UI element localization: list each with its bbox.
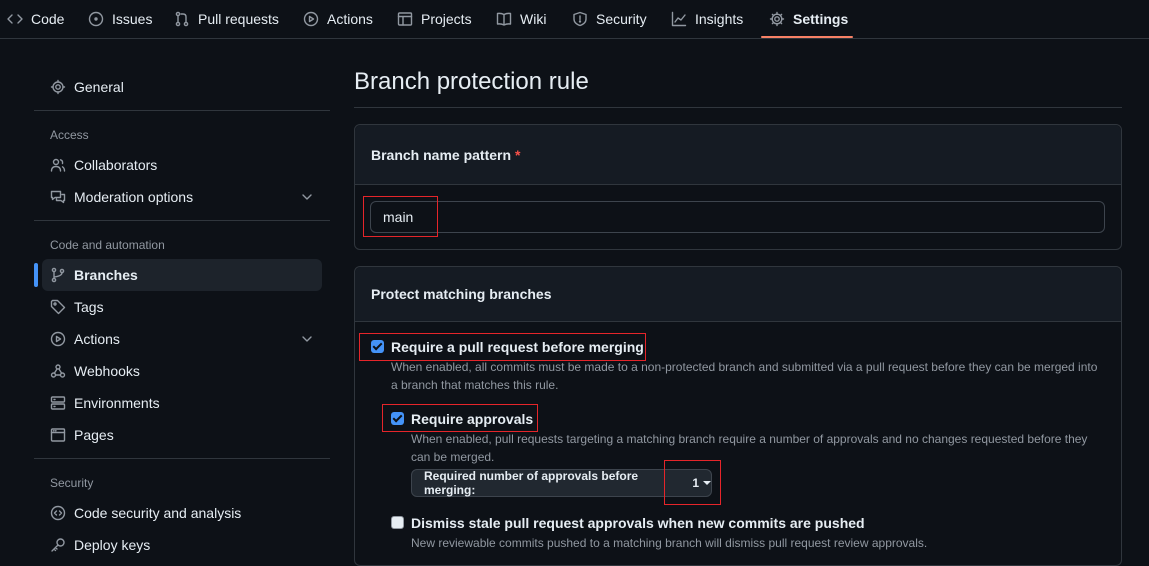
key-icon <box>51 538 65 552</box>
require-approvals-description-line1: When enabled, pull requests targeting a … <box>411 432 1088 446</box>
tab-issues[interactable]: Issues <box>88 0 152 38</box>
sidebar-item-label: Branches <box>74 267 138 283</box>
sidebar-item-label: Pages <box>74 427 114 443</box>
gear-icon <box>50 79 66 95</box>
table-icon <box>397 12 413 26</box>
sidebar-item-label: Collaborators <box>74 157 158 173</box>
book-icon <box>496 12 512 26</box>
approvals-dropdown-label: Required number of approvals before merg… <box>424 469 639 497</box>
sidebar-divider <box>34 458 330 459</box>
protect-branches-heading: Protect matching branches <box>371 286 552 302</box>
browser-icon <box>50 428 66 442</box>
require-approvals-description-line2: can be merged. <box>411 450 495 464</box>
sidebar-item-label: Deploy keys <box>74 537 151 553</box>
caret-down-icon <box>703 481 711 485</box>
sidebar-item-label: Webhooks <box>74 363 140 379</box>
tab-actions[interactable]: Actions <box>303 0 373 38</box>
play-icon <box>303 11 319 27</box>
codescan-icon <box>50 505 66 521</box>
sidebar-heading-code-automation: Code and automation <box>50 238 165 252</box>
tab-insights[interactable]: Insights <box>671 0 743 38</box>
tab-pull-requests-label: Pull requests <box>198 11 279 27</box>
required-marker: * <box>515 146 521 163</box>
approvals-dropdown-value: 1 <box>692 476 699 490</box>
sidebar-item-label: Environments <box>74 395 160 411</box>
chevron-down-icon[interactable] <box>300 190 314 204</box>
comment-discussion-icon <box>50 190 66 204</box>
sidebar-item-general[interactable]: General <box>42 71 322 103</box>
sidebar-item-label: Actions <box>74 331 120 347</box>
dismiss-stale-label[interactable]: Dismiss stale pull request approvals whe… <box>411 515 865 531</box>
sidebar-item-branches[interactable]: Branches <box>42 259 322 291</box>
tab-projects[interactable]: Projects <box>397 0 472 38</box>
sidebar-item-deploy-keys[interactable]: Deploy keys <box>42 529 322 561</box>
page-title: Branch protection rule <box>354 68 589 95</box>
tab-issues-label: Issues <box>112 11 153 27</box>
pull-request-icon <box>175 11 189 27</box>
branch-name-header: Branch name pattern * <box>355 125 1121 185</box>
sidebar-heading-access: Access <box>50 128 89 142</box>
sidebar-item-webhooks[interactable]: Webhooks <box>42 355 322 387</box>
require-pr-checkbox[interactable] <box>371 340 384 353</box>
repo-nav: Code Issues Pull requests Actions Projec… <box>0 0 1149 39</box>
tab-pull-requests[interactable]: Pull requests <box>174 0 279 38</box>
tab-wiki[interactable]: Wiki <box>496 0 546 38</box>
sidebar-item-label: Code security and analysis <box>74 505 242 521</box>
sidebar-item-actions[interactable]: Actions <box>42 323 322 355</box>
protect-branches-header: Protect matching branches <box>355 267 1121 322</box>
chevron-down-icon[interactable] <box>300 332 314 346</box>
tab-insights-label: Insights <box>695 11 744 27</box>
sidebar-item-tags[interactable]: Tags <box>42 291 322 323</box>
sidebar-divider <box>34 110 330 111</box>
sidebar-item-label: Moderation options <box>74 189 194 205</box>
sidebar-item-label: General <box>74 79 124 95</box>
gear-icon <box>769 11 785 27</box>
sidebar-item-collaborators[interactable]: Collaborators <box>42 149 322 181</box>
sidebar-item-label: Tags <box>74 299 104 315</box>
tab-wiki-label: Wiki <box>520 11 547 27</box>
require-approvals-label[interactable]: Require approvals <box>411 411 533 427</box>
tag-icon <box>50 299 66 315</box>
tab-actions-label: Actions <box>327 11 373 27</box>
require-approvals-checkbox[interactable] <box>391 412 404 425</box>
sidebar-item-code-security[interactable]: Code security and analysis <box>42 497 322 529</box>
graph-icon <box>671 11 687 27</box>
require-pr-description-line1: When enabled, all commits must be made t… <box>391 360 1098 374</box>
active-tab-indicator <box>761 36 853 38</box>
play-icon <box>50 331 66 347</box>
sidebar-item-environments[interactable]: Environments <box>42 387 322 419</box>
branch-name-label: Branch name pattern <box>371 146 512 163</box>
issue-icon <box>88 11 104 27</box>
branch-icon <box>51 267 65 283</box>
webhook-icon <box>50 364 66 378</box>
require-pr-label[interactable]: Require a pull request before merging <box>391 339 644 355</box>
title-divider <box>354 107 1122 108</box>
people-icon <box>50 158 66 172</box>
sidebar-heading-security: Security <box>50 476 94 490</box>
tab-code[interactable]: Code <box>7 0 64 38</box>
dismiss-stale-checkbox[interactable] <box>391 516 404 529</box>
tab-code-label: Code <box>31 11 65 27</box>
approvals-count-dropdown[interactable]: Required number of approvals before merg… <box>411 469 712 497</box>
tab-security-label: Security <box>596 11 647 27</box>
branch-name-pattern-input[interactable]: main <box>370 201 1105 233</box>
tab-settings[interactable]: Settings <box>769 0 848 38</box>
sidebar-item-pages[interactable]: Pages <box>42 419 322 451</box>
active-item-indicator <box>34 263 38 287</box>
require-pr-description-line2: a branch that matches this rule. <box>391 378 559 392</box>
server-icon <box>50 396 66 410</box>
sidebar-item-moderation[interactable]: Moderation options <box>42 181 322 213</box>
shield-icon <box>573 11 587 27</box>
sidebar-divider <box>34 220 330 221</box>
dismiss-stale-description: New reviewable commits pushed to a match… <box>411 536 928 550</box>
tab-settings-label: Settings <box>793 11 849 27</box>
tab-projects-label: Projects <box>421 11 472 27</box>
code-icon <box>7 14 23 24</box>
tab-security[interactable]: Security <box>572 0 647 38</box>
